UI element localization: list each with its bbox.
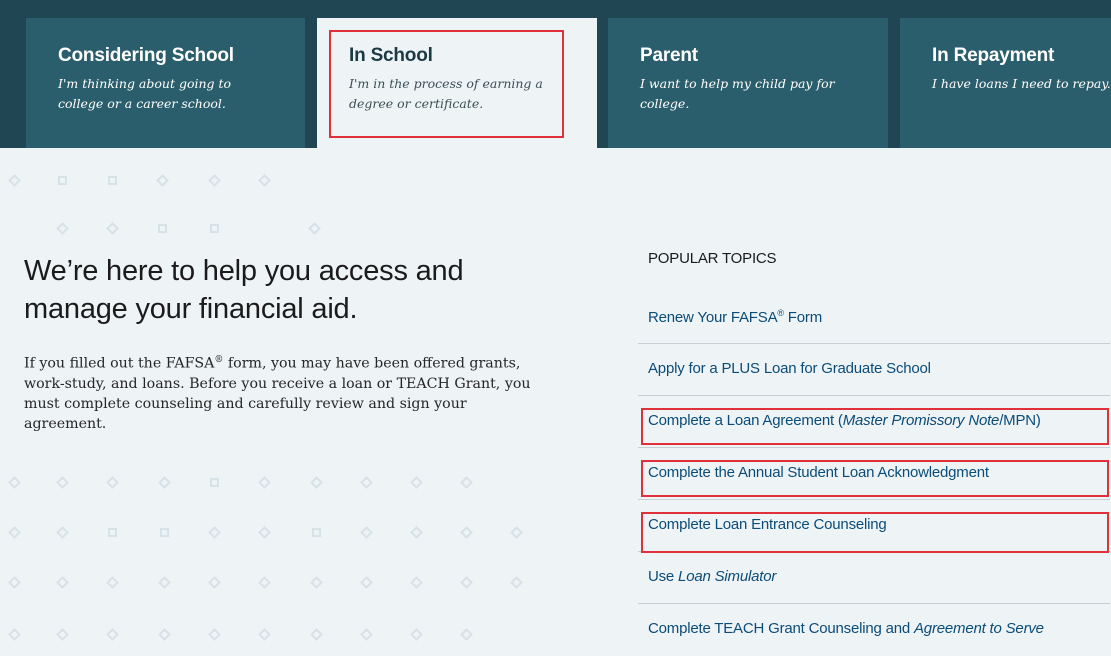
tab-desc-line: college.	[640, 96, 690, 111]
tab-desc-line: degree or certificate.	[349, 96, 484, 111]
topic-text: Complete TEACH Grant Counseling and	[648, 620, 914, 637]
hero-heading-line: manage your financial aid.	[24, 293, 358, 325]
topic-text-italic: Loan Simulator	[678, 568, 777, 585]
tab-title: Parent	[640, 45, 698, 66]
popular-topics-title: POPULAR TOPICS	[648, 250, 777, 267]
tab-desc-line: I have loans I need to repay.	[932, 76, 1111, 91]
hero-heading: We’re here to help you access and manage…	[24, 252, 544, 328]
tab-description: I'm in the process of earning a degree o…	[349, 74, 573, 114]
hero-body: If you filled out the FAFSA® form, you m…	[24, 350, 544, 434]
topic-teach-grant[interactable]: Complete TEACH Grant Counseling and Agre…	[638, 604, 1110, 656]
topic-text: Form	[783, 309, 822, 326]
tab-description: I have loans I need to repay.	[932, 74, 1111, 94]
topic-link[interactable]: Complete Loan Entrance Counseling	[648, 516, 887, 533]
tab-description: I want to help my child pay for college.	[640, 74, 864, 114]
topic-link[interactable]: Renew Your FAFSA® Form	[648, 308, 822, 326]
tab-description: I'm thinking about going to college or a…	[58, 74, 281, 114]
topic-text: Use	[648, 568, 679, 585]
tab-parent[interactable]: Parent I want to help my child pay for c…	[608, 18, 888, 148]
tab-title: Considering School	[58, 45, 234, 66]
tab-title: In Repayment	[932, 45, 1055, 66]
topic-link[interactable]: Use Loan Simulator	[648, 568, 776, 585]
topic-text: Apply for a PLUS Loan for Graduate Schoo…	[648, 360, 931, 377]
topic-annual-acknowledgment[interactable]: Complete the Annual Student Loan Acknowl…	[638, 448, 1110, 500]
topic-link[interactable]: Complete a Loan Agreement (Master Promis…	[648, 412, 1041, 429]
hero-heading-line: We’re here to help you access and	[24, 255, 464, 287]
topic-text: Renew Your FAFSA	[648, 309, 778, 326]
topic-link[interactable]: Apply for a PLUS Loan for Graduate Schoo…	[648, 360, 931, 377]
popular-topics: POPULAR TOPICS Renew Your FAFSA® Form Ap…	[638, 250, 1110, 637]
audience-tabs: Considering School I'm thinking about go…	[0, 0, 1111, 148]
tab-in-school[interactable]: In School I'm in the process of earning …	[317, 18, 597, 148]
topic-text: Complete a Loan Agreement (	[648, 412, 843, 429]
topic-text: Complete Loan Entrance Counseling	[648, 516, 887, 533]
hero-section: We’re here to help you access and manage…	[24, 252, 544, 434]
topic-loan-agreement[interactable]: Complete a Loan Agreement (Master Promis…	[638, 396, 1110, 448]
tab-desc-line: I'm thinking about going to	[58, 76, 232, 91]
hero-body-text: If you filled out the FAFSA	[24, 355, 215, 372]
topic-text: Complete the Annual Student Loan Acknowl…	[648, 464, 989, 481]
tab-desc-line: I want to help my child pay for	[640, 76, 835, 91]
topic-link[interactable]: Complete TEACH Grant Counseling and Agre…	[648, 620, 1044, 637]
topic-loan-simulator[interactable]: Use Loan Simulator	[638, 552, 1110, 604]
tab-in-repayment[interactable]: In Repayment I have loans I need to repa…	[900, 18, 1111, 148]
topic-link[interactable]: Complete the Annual Student Loan Acknowl…	[648, 464, 989, 481]
topic-renew-fafsa[interactable]: Renew Your FAFSA® Form	[638, 292, 1110, 344]
topic-entrance-counseling[interactable]: Complete Loan Entrance Counseling	[638, 500, 1110, 552]
topic-text-italic: Agreement to Serve	[914, 620, 1044, 637]
topic-text: /MPN)	[999, 412, 1041, 429]
topic-plus-loan[interactable]: Apply for a PLUS Loan for Graduate Schoo…	[638, 344, 1110, 396]
tab-considering-school[interactable]: Considering School I'm thinking about go…	[26, 18, 305, 148]
tab-title: In School	[349, 45, 433, 66]
tab-desc-line: college or a career school.	[58, 96, 226, 111]
topic-text-italic: Master Promissory Note	[842, 412, 1000, 429]
tab-desc-line: I'm in the process of earning a	[349, 76, 543, 91]
